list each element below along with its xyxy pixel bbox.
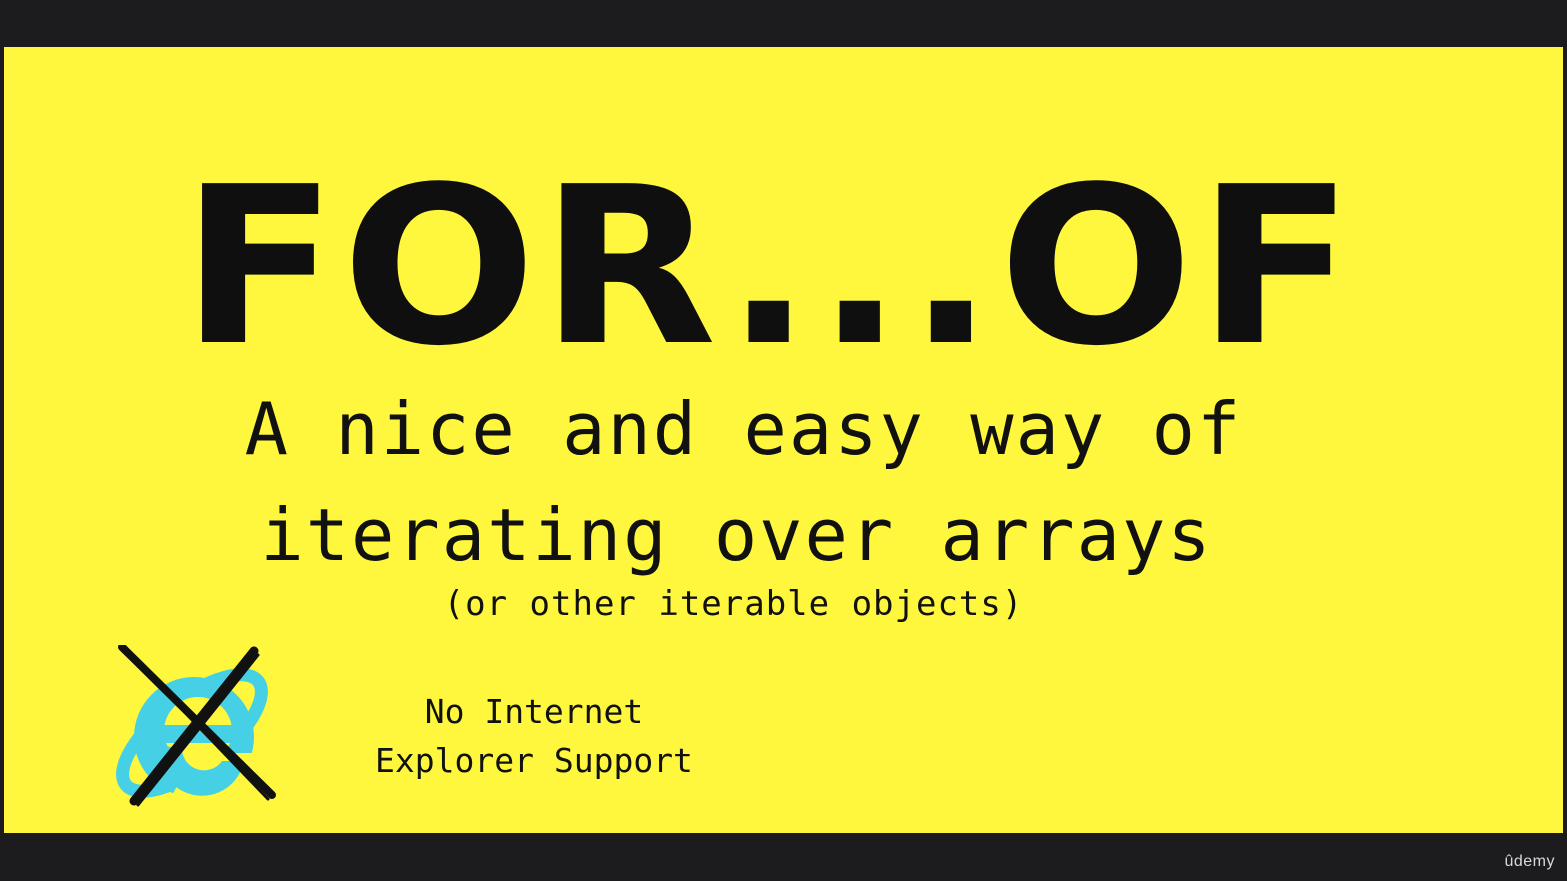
internet-explorer-crossed-out-icon bbox=[116, 645, 276, 815]
ie-support-note: No Internet Explorer Support bbox=[334, 687, 734, 785]
subtitle-line-1: A nice and easy way of bbox=[244, 387, 1243, 471]
ie-note-line-2: Explorer Support bbox=[375, 741, 693, 780]
subtitle-line-2: iterating over arrays bbox=[260, 493, 1213, 577]
slide: FOR...OF A nice and easy way of iteratin… bbox=[4, 47, 1563, 833]
video-frame: FOR...OF A nice and easy way of iteratin… bbox=[0, 0, 1567, 881]
subtitle-note: (or other iterable objects) bbox=[443, 584, 1024, 624]
udemy-logo: ûdemy bbox=[1504, 853, 1555, 870]
ie-note-line-1: No Internet bbox=[424, 692, 644, 731]
slide-title: FOR...OF bbox=[181, 141, 1358, 394]
